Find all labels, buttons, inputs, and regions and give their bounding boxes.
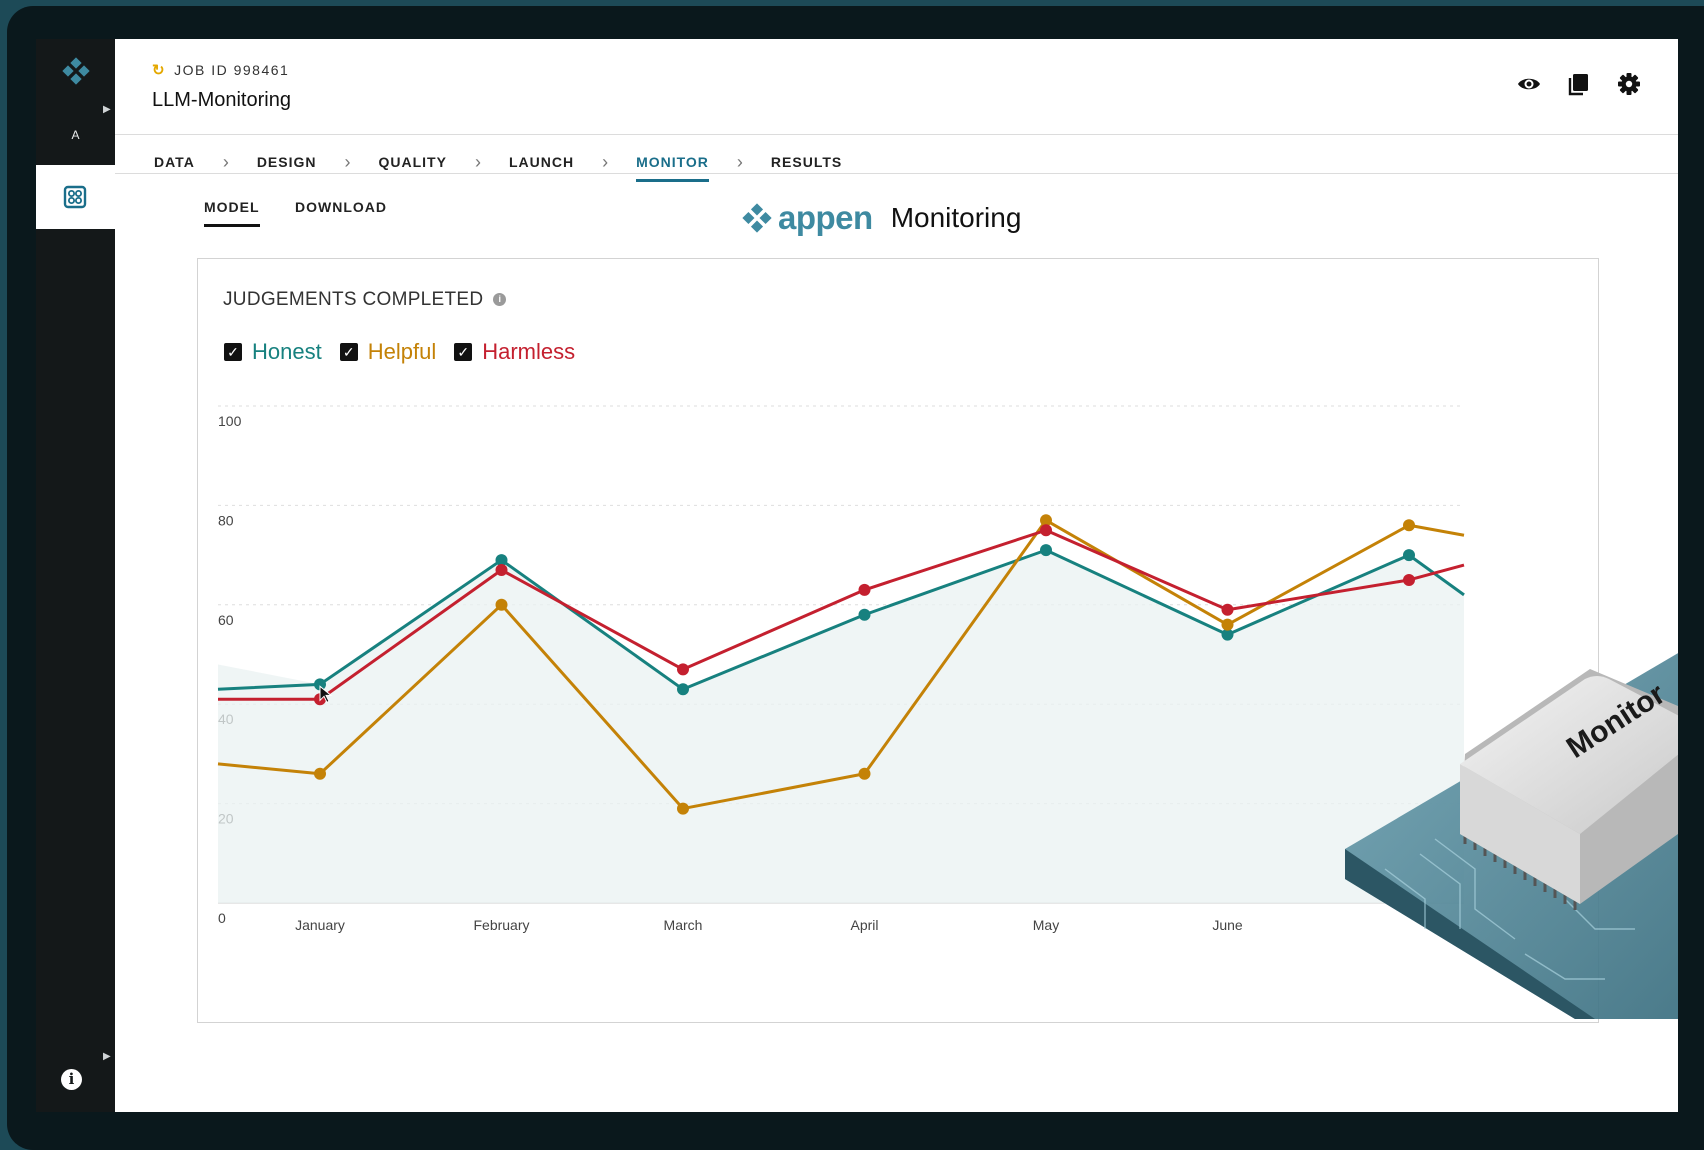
step-data[interactable]: DATA [154, 143, 195, 181]
step-quality[interactable]: QUALITY [379, 143, 447, 181]
jobs-icon [63, 185, 87, 209]
data-point-harmless [1403, 573, 1415, 586]
refresh-icon: ↻ [152, 62, 167, 79]
brand-wordmark: appen [778, 199, 873, 236]
info-icon[interactable]: i [61, 1069, 82, 1090]
data-point-harmless [1221, 603, 1234, 616]
workflow-steps: DATA › DESIGN › QUALITY › LAUNCH › MONITOR › … [154, 143, 842, 182]
sidebar-item-jobs[interactable] [36, 165, 115, 229]
x-tick-label: January [295, 917, 345, 933]
x-tick-label: April [850, 917, 878, 933]
tab-model[interactable]: MODEL [204, 199, 260, 227]
x-tick-label: May [1033, 917, 1059, 933]
job-id: ↻ JOB ID 998461 [152, 61, 289, 79]
expand-arrow-icon[interactable]: ▶ [103, 104, 111, 115]
x-tick-label: March [664, 917, 703, 933]
sidebar: ▶ A ▶ i [36, 39, 115, 1112]
page-title: LLM-Monitoring [152, 89, 291, 111]
chevron-right-icon: › [736, 152, 743, 172]
y-tick-label: 80 [218, 512, 234, 528]
x-tick-label: June [1212, 917, 1243, 933]
sidebar-letter[interactable]: A [36, 128, 115, 142]
chevron-right-icon: › [474, 152, 481, 172]
y-tick-label: 0 [218, 910, 226, 926]
step-monitor[interactable]: MONITOR [636, 143, 709, 182]
step-launch[interactable]: LAUNCH [509, 143, 574, 181]
data-point-harmless [677, 663, 689, 676]
data-point-helpful [314, 767, 326, 780]
chevron-right-icon: › [344, 152, 351, 172]
brand-product: Monitoring [890, 202, 1022, 233]
steps-divider [115, 173, 1678, 174]
data-point-harmless [858, 583, 871, 596]
monitor-chip-illustration: Monitor [1345, 653, 1678, 1019]
y-tick-label: 100 [218, 413, 242, 429]
chevron-right-icon: › [602, 152, 609, 172]
data-point-honest [858, 608, 871, 621]
appen-logo-icon[interactable] [62, 57, 90, 85]
job-id-label: JOB ID 998461 [174, 62, 290, 78]
step-results[interactable]: RESULTS [771, 143, 842, 181]
data-point-honest [1040, 544, 1052, 557]
data-point-helpful [1403, 519, 1415, 532]
brand-header: appen Monitoring [742, 199, 1021, 237]
header-divider [115, 134, 1678, 135]
eye-icon[interactable] [1516, 71, 1542, 97]
data-point-helpful [495, 598, 508, 611]
appen-logo-icon [742, 203, 772, 233]
data-point-honest [677, 683, 689, 696]
step-design[interactable]: DESIGN [257, 143, 317, 181]
x-tick-label: February [473, 917, 529, 933]
y-tick-label: 60 [218, 612, 234, 628]
data-point-harmless [495, 564, 508, 577]
data-point-helpful [858, 767, 871, 780]
main-panel: ↻ JOB ID 998461 LLM-Monitoring DATA › DESI… [115, 39, 1678, 1112]
data-point-harmless [1040, 524, 1052, 537]
chevron-right-icon: › [222, 152, 229, 172]
expand-arrow-icon[interactable]: ▶ [103, 1051, 111, 1062]
data-point-helpful [677, 802, 689, 815]
copy-icon[interactable] [1566, 71, 1592, 97]
data-point-helpful [1221, 618, 1234, 631]
gear-icon[interactable] [1616, 71, 1642, 97]
tab-download[interactable]: DOWNLOAD [295, 199, 387, 215]
data-point-honest [1403, 549, 1415, 562]
